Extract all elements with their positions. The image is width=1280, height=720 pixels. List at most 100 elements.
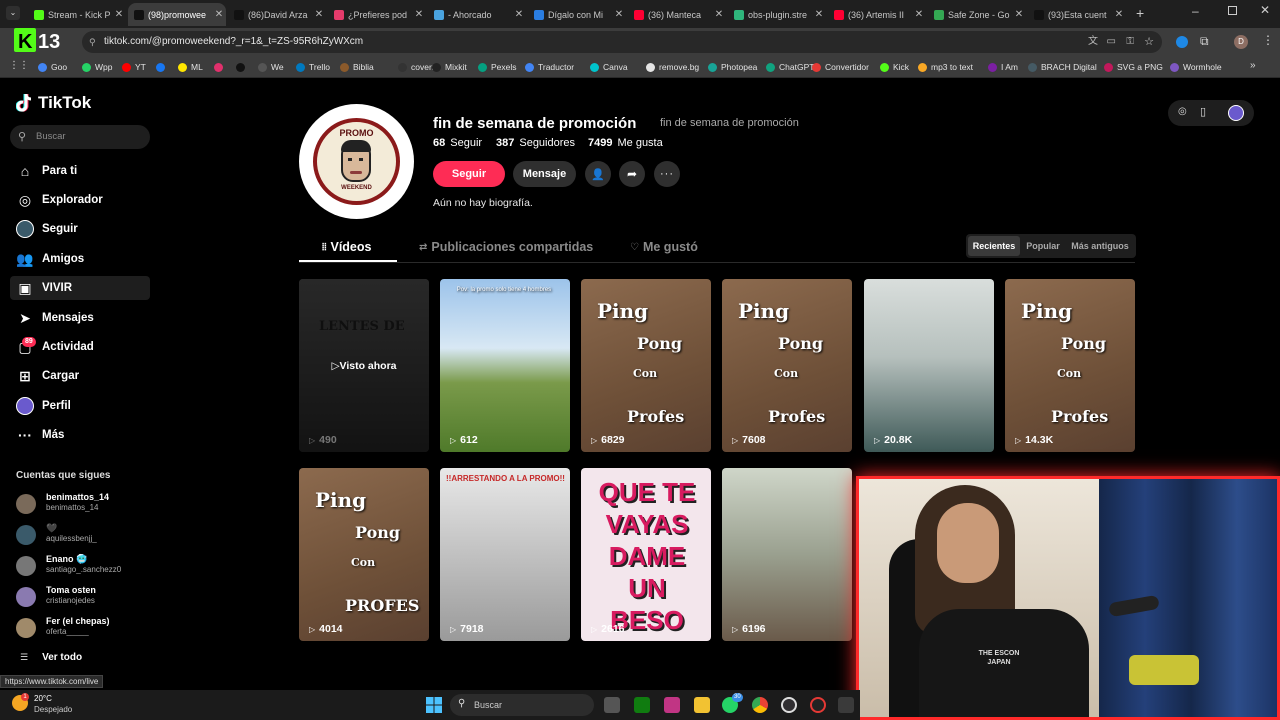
weather-widget[interactable]: 1 20°C Despejado [10,693,90,717]
following-account[interactable]: benimattos_14 benimattos_14 [16,492,146,516]
bookmark-item[interactable] [236,61,249,73]
bookmark-item[interactable]: Photopea [708,61,757,73]
browser-menu-icon[interactable]: ⋮ [1262,33,1274,47]
bookmark-item[interactable]: Convertidor [812,61,869,73]
bookmark-item[interactable]: SVG a PNG [1104,61,1163,73]
compass-icon[interactable]: ◎ [1178,106,1187,117]
close-tab-icon[interactable]: ✕ [412,9,426,20]
maximize-window-button[interactable] [1228,6,1237,15]
followers-stat[interactable]: 387 Seguidores [496,137,575,149]
bookmark-item[interactable]: Kick [880,61,909,73]
bookmark-item[interactable]: Canva [590,61,628,73]
bookmark-item[interactable]: mp3 to text [918,61,973,73]
close-tab-icon[interactable]: ✕ [1012,9,1026,20]
extensions-puzzle-icon[interactable]: ⧉ [1200,34,1209,49]
bookmark-item[interactable]: Biblia [340,61,374,73]
video-thumbnail[interactable]: Pov: la promo solo tiene 4 hombres ▷ 612 [440,279,570,452]
taskbar-search[interactable]: ⚲ Buscar [450,694,594,716]
bookmark-item[interactable]: coverr [398,61,435,73]
sidebar-search-input[interactable]: ⚲ Buscar [10,125,150,149]
tab-list-button[interactable]: ⌄ [6,6,20,20]
video-thumbnail[interactable]: Ping Pong Con Profes ▷ 7608 [722,279,852,452]
bookmark-item[interactable] [156,61,169,73]
profile-avatar[interactable]: PROMO WEEKEND [299,104,414,219]
follow-button[interactable]: Seguir [433,161,505,187]
task-view-icon[interactable] [604,697,620,713]
bookmark-item[interactable]: remove.bg [646,61,699,73]
sidebar-item-seguir[interactable]: Seguir [10,217,150,241]
video-thumbnail[interactable]: ▷ 6196 [722,468,852,641]
bookmark-item[interactable]: I Am [988,61,1018,73]
password-key-icon[interactable]: ⚿ [1126,31,1134,53]
following-account[interactable]: Enano 🥶 santiago_.sanchezz0 [16,554,146,578]
user-avatar-icon[interactable] [1228,105,1244,121]
start-button[interactable] [426,697,442,713]
address-bar[interactable]: ⚲ tiktok.com/@promoweekend?_r=1&_t=ZS-95… [82,31,1162,53]
tab-liked[interactable]: ♡ Me gustó [630,240,698,254]
sidebar-item-amigos[interactable]: 👥 Amigos [10,247,150,271]
add-friend-button[interactable]: 👤 [585,161,611,187]
sort-popular[interactable]: Popular [1024,236,1062,256]
browser-tab[interactable]: (36) Artemis II ✕ [828,3,926,26]
translate-icon[interactable]: 文 [1088,31,1098,53]
bookmark-item[interactable]: YT [122,61,146,73]
bookmark-item[interactable]: ML [178,61,203,73]
browser-tab[interactable]: ¿Prefieres pod ✕ [328,3,426,26]
close-window-button[interactable]: ✕ [1260,3,1270,17]
site-info-icon[interactable]: ⚲ [89,31,96,53]
file-explorer-icon[interactable] [694,697,710,713]
sidebar-item-perfil[interactable]: Perfil [10,394,150,418]
close-tab-icon[interactable]: ✕ [1112,9,1126,20]
close-tab-icon[interactable]: ✕ [212,9,226,20]
video-thumbnail[interactable]: Ping Pong Con PROFES ▷ 4014 [299,468,429,641]
browser-tab[interactable]: Dígalo con Mi ✕ [528,3,626,26]
browser-tab[interactable]: - Ahorcado ✕ [428,3,526,26]
tab-videos[interactable]: ⦙⦙ Vídeos [322,240,371,254]
following-account[interactable]: Toma osten cristianojedes [16,585,146,609]
close-tab-icon[interactable]: ✕ [612,9,626,20]
xbox-icon[interactable] [634,697,650,713]
video-thumbnail[interactable]: Ping Pong Con Profes ▷ 14.3K [1005,279,1135,452]
close-tab-icon[interactable]: ✕ [912,9,926,20]
bookmark-item[interactable]: Pexels [478,61,517,73]
sidebar-item-para-ti[interactable]: ⌂ Para ti [10,159,150,183]
following-account[interactable]: Fer (el chepas) oferta_____ [16,616,146,640]
tiktok-logo[interactable]: TikTok [16,93,91,113]
more-bookmarks-icon[interactable]: » [1250,60,1256,71]
close-tab-icon[interactable]: ✕ [812,9,826,20]
close-tab-icon[interactable]: ✕ [512,9,526,20]
chrome-icon[interactable] [752,697,768,713]
close-tab-icon[interactable]: ✕ [312,9,326,20]
bookmark-item[interactable]: Wormhole [1170,61,1222,73]
recording-app-icon[interactable] [810,697,826,713]
sidebar-item-vivir[interactable]: ▣ VIVIR [10,276,150,300]
browser-tab[interactable]: Safe Zone - Go ✕ [928,3,1026,26]
bookmark-item[interactable]: Goo [38,61,67,73]
following-account[interactable]: 🖤 aquilessbenjj_ [16,523,146,547]
browser-tab[interactable]: (93)Esta cuent ✕ [1028,3,1126,26]
bookmark-item[interactable]: Wpp [82,61,112,73]
bookmark-item[interactable]: Trello [296,61,330,73]
sidebar-item-explorador[interactable]: ◎ Explorador [10,188,150,212]
browser-tab[interactable]: (98)promowee ✕ [128,3,226,26]
see-all-link[interactable]: ☰ Ver todo [20,652,82,663]
new-tab-button[interactable]: + [1136,5,1144,21]
browser-tab[interactable]: (86)David Arza ✕ [228,3,326,26]
extension-icon[interactable] [1176,36,1188,48]
sort-recientes[interactable]: Recientes [968,236,1020,256]
bookmark-item[interactable] [214,61,227,73]
bookmark-item[interactable]: Traductor [525,61,574,73]
video-thumbnail[interactable]: ▷ 20.8K [864,279,994,452]
close-tab-icon[interactable]: ✕ [112,9,126,20]
video-thumbnail[interactable]: !!ARRESTANDO A LA PROMO!! ▷ 7918 [440,468,570,641]
bookmark-item[interactable]: Mixkit [432,61,467,73]
following-stat[interactable]: 68 Seguir [433,137,482,149]
browser-tab[interactable]: (36) Manteca ✕ [628,3,726,26]
message-button[interactable]: Mensaje [513,161,576,187]
video-thumbnail[interactable]: Ping Pong Con Profes ▷ 6829 [581,279,711,452]
bookmark-star-icon[interactable]: ☆ [1144,31,1154,53]
obs-icon[interactable] [781,697,797,713]
bookmark-item[interactable]: ChatGPT [766,61,814,73]
sidebar-item-cargar[interactable]: ⊞ Cargar [10,364,150,388]
tab-reposts[interactable]: ⇄ Publicaciones compartidas [419,240,593,254]
